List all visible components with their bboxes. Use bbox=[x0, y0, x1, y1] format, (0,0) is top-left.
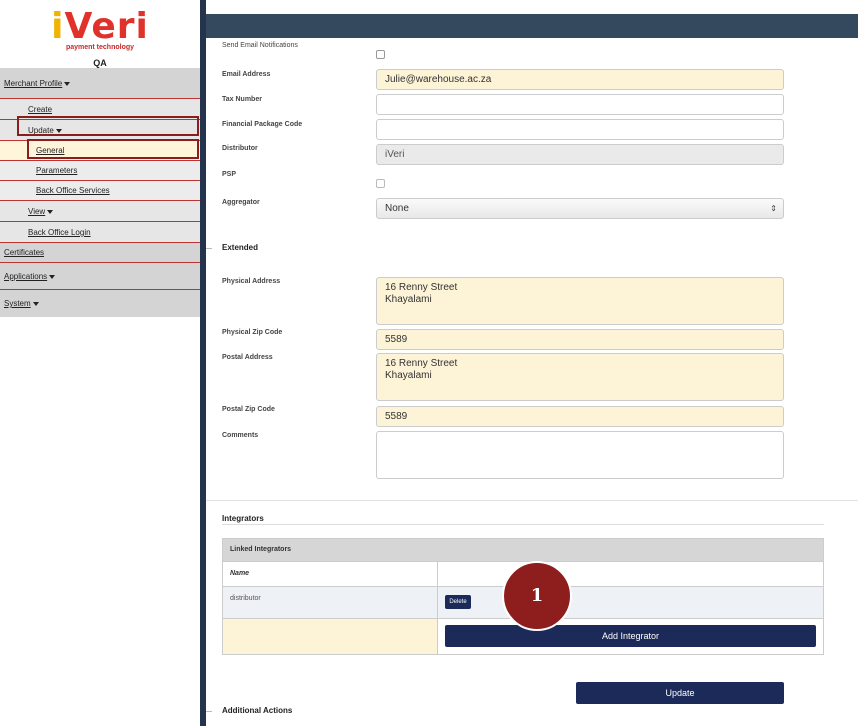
environment-label: QA bbox=[93, 58, 107, 68]
additional-actions-title: Additional Actions bbox=[222, 706, 293, 715]
send-email-notifications-label: Send Email Notifications bbox=[222, 42, 298, 49]
tax-number-field[interactable] bbox=[376, 94, 784, 115]
caret-down-icon bbox=[49, 274, 56, 279]
sidebar-item-back-office-login[interactable]: Back Office Login bbox=[0, 222, 200, 243]
sidebar-item-label: Create bbox=[28, 105, 53, 114]
update-button[interactable]: Update bbox=[576, 682, 784, 704]
distributor-field bbox=[376, 144, 784, 165]
select-arrows-icon: ⇕ bbox=[770, 204, 777, 213]
caret-down-icon bbox=[47, 209, 54, 214]
sidebar-item-label: Back Office Services bbox=[36, 186, 110, 195]
psp-label: PSP bbox=[222, 171, 237, 178]
postal-address-field[interactable]: 16 Renny Street Khayalami bbox=[376, 353, 784, 401]
sidebar-item-update[interactable]: Update bbox=[0, 120, 200, 141]
aggregator-select[interactable]: None ⇕ bbox=[376, 198, 784, 219]
aggregator-selected-value: None bbox=[385, 203, 409, 214]
integrator-name-cell: distributor bbox=[223, 587, 438, 618]
step-number-badge: 1 bbox=[502, 561, 572, 631]
section-divider bbox=[206, 500, 858, 501]
financial-package-code-label: Financial Package Code bbox=[222, 121, 303, 128]
physical-zip-code-label: Physical Zip Code bbox=[222, 329, 283, 336]
sidebar-nav: Merchant Profile Create Update General P… bbox=[0, 68, 200, 317]
sidebar-item-label: Back Office Login bbox=[28, 228, 91, 237]
sidebar-item-label: Parameters bbox=[36, 166, 78, 175]
sidebar-item-merchant-profile[interactable]: Merchant Profile bbox=[0, 68, 200, 99]
integrators-title: Integrators bbox=[222, 514, 264, 523]
section-rule bbox=[206, 711, 212, 712]
sidebar-item-label: Applications bbox=[4, 272, 48, 281]
physical-zip-code-field[interactable] bbox=[376, 329, 784, 350]
sidebar-item-label: System bbox=[4, 299, 31, 308]
sidebar-item-back-office-services[interactable]: Back Office Services bbox=[0, 181, 200, 201]
physical-address-label: Physical Address bbox=[222, 278, 281, 285]
email-address-field[interactable] bbox=[376, 69, 784, 90]
sidebar-item-label: Update bbox=[28, 126, 54, 135]
add-integrator-empty-cell bbox=[223, 619, 438, 654]
extended-section-title: Extended bbox=[222, 243, 259, 252]
sidebar-item-label: General bbox=[36, 146, 65, 155]
sidebar-item-view[interactable]: View bbox=[0, 201, 200, 222]
integrators-rule bbox=[222, 524, 824, 525]
sidebar-item-certificates[interactable]: Certificates bbox=[0, 243, 200, 263]
comments-field[interactable] bbox=[376, 431, 784, 479]
financial-package-code-field[interactable] bbox=[376, 119, 784, 140]
email-address-label: Email Address bbox=[222, 71, 271, 78]
delete-integrator-button[interactable]: Delete bbox=[445, 595, 471, 609]
sidebar-item-parameters[interactable]: Parameters bbox=[0, 161, 200, 181]
logo-tagline: payment technology bbox=[65, 44, 135, 51]
caret-down-icon bbox=[55, 128, 62, 133]
tax-number-label: Tax Number bbox=[222, 96, 262, 103]
logo-letter-i: i bbox=[51, 6, 65, 47]
sidebar-item-label: View bbox=[28, 207, 46, 216]
name-column-header: Name bbox=[223, 562, 438, 586]
sidebar: iVeri payment technology QA Merchant Pro… bbox=[0, 0, 200, 726]
iveri-logo: iVeri payment technology bbox=[0, 6, 200, 52]
postal-zip-code-field[interactable] bbox=[376, 406, 784, 427]
sidebar-item-label: Merchant Profile bbox=[4, 79, 63, 88]
distributor-label: Distributor bbox=[222, 145, 258, 152]
sidebar-item-create[interactable]: Create bbox=[0, 99, 200, 120]
header-bar bbox=[206, 14, 858, 38]
section-rule bbox=[206, 248, 212, 249]
linked-integrators-header: Linked Integrators bbox=[223, 539, 823, 562]
caret-down-icon bbox=[64, 81, 71, 86]
sidebar-item-system[interactable]: System bbox=[0, 290, 200, 317]
postal-zip-code-label: Postal Zip Code bbox=[222, 406, 275, 413]
send-email-notifications-checkbox[interactable] bbox=[376, 50, 385, 59]
comments-label: Comments bbox=[222, 432, 259, 439]
logo-text: Veri bbox=[64, 6, 149, 47]
add-integrator-button[interactable]: Add Integrator bbox=[445, 625, 816, 647]
sidebar-item-general[interactable]: General bbox=[0, 141, 200, 161]
caret-down-icon bbox=[32, 301, 39, 306]
sidebar-item-applications[interactable]: Applications bbox=[0, 263, 200, 290]
psp-checkbox[interactable] bbox=[376, 179, 385, 188]
physical-address-field[interactable]: 16 Renny Street Khayalami bbox=[376, 277, 784, 325]
sidebar-item-label: Certificates bbox=[4, 248, 45, 257]
aggregator-label: Aggregator bbox=[222, 199, 260, 206]
postal-address-label: Postal Address bbox=[222, 354, 273, 361]
